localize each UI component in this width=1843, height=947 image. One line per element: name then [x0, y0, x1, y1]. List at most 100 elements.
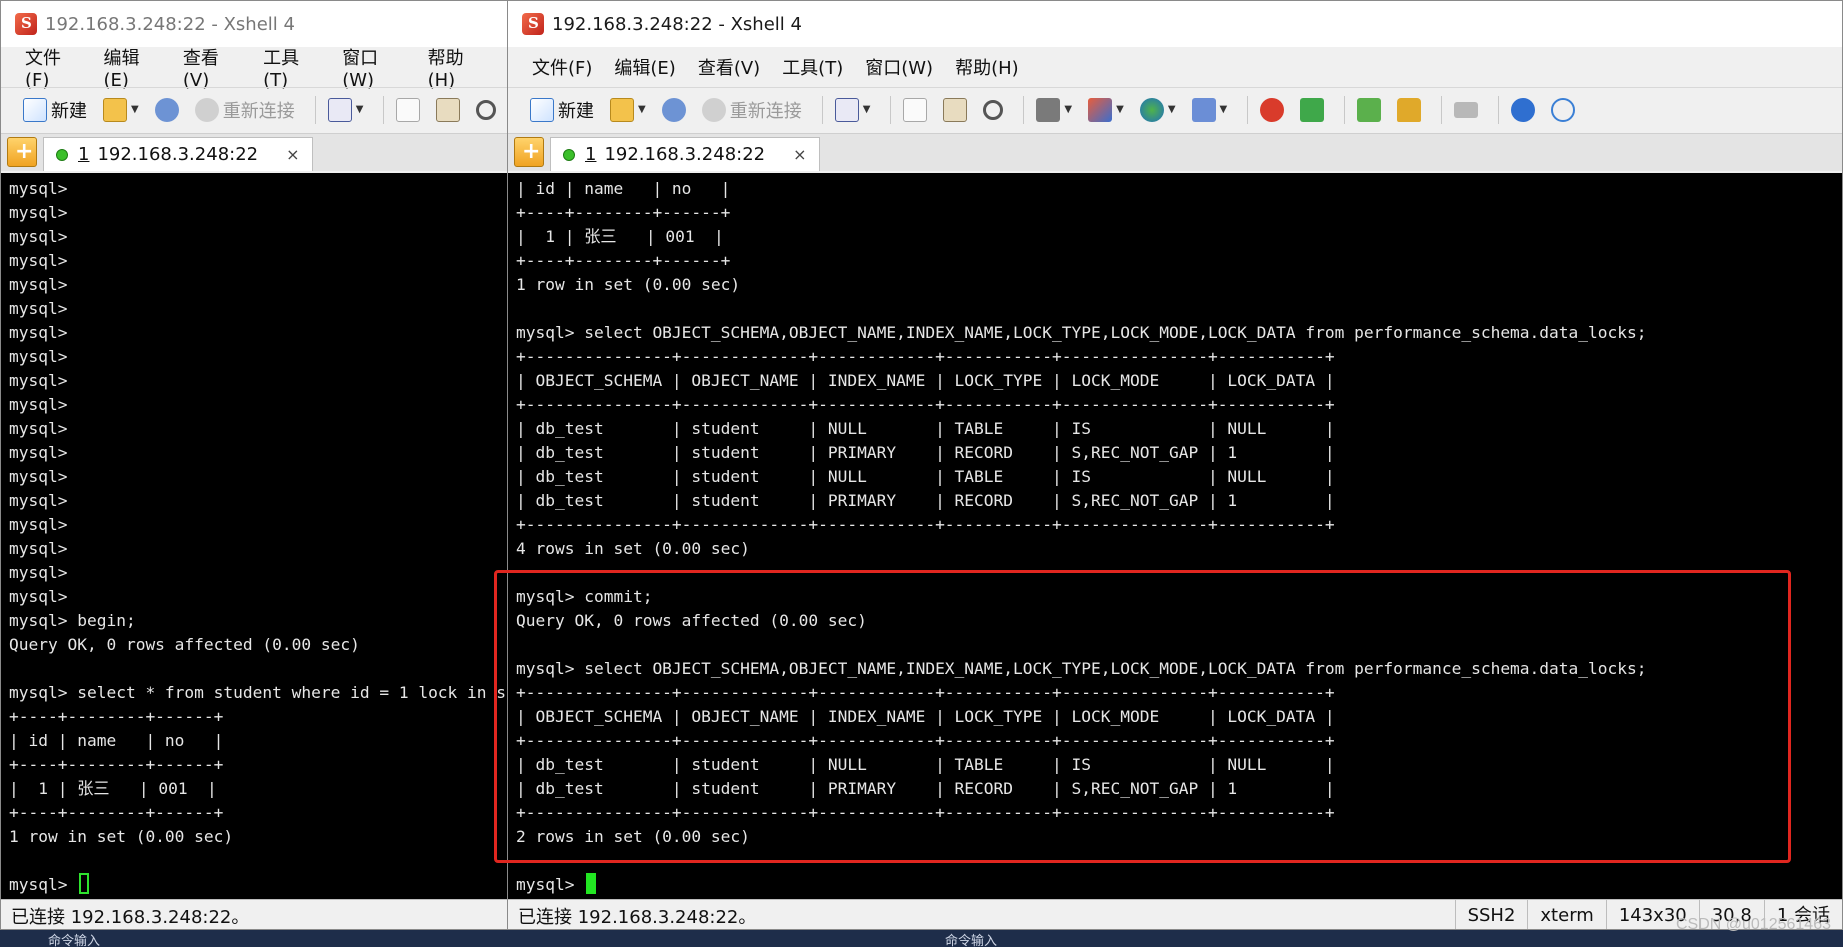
status-bar: 已连接 192.168.3.248:22。 SSH2 xterm 143x30 …	[508, 899, 1842, 929]
paste-button[interactable]	[432, 93, 464, 127]
paste-button[interactable]	[939, 93, 971, 127]
menu-tools[interactable]: 工具(T)	[263, 44, 320, 91]
menu-edit[interactable]: 编辑(E)	[103, 44, 160, 91]
chevron-down-icon: ▼	[131, 104, 139, 115]
right-xshell-window: 192.168.3.248:22 - Xshell 4 文件(F) 编辑(E) …	[507, 0, 1843, 930]
transfer-button[interactable]: ▼	[1084, 93, 1128, 127]
connected-status-icon	[563, 148, 575, 161]
open-folder-icon	[103, 97, 127, 122]
status-bar: 已连接 192.168.3.248:22。	[1, 899, 509, 929]
reconnect-icon	[701, 97, 726, 122]
new-session-button[interactable]: 新建	[526, 93, 598, 127]
command-input-label-right[interactable]: 命令输入	[945, 930, 997, 947]
layout-button[interactable]	[1353, 93, 1385, 127]
chevron-down-icon: ▼	[355, 104, 364, 115]
terminal-cursor	[79, 873, 90, 894]
menu-edit[interactable]: 编辑(E)	[614, 54, 675, 80]
properties-icon	[834, 97, 859, 122]
toolbar-separator	[1023, 95, 1025, 124]
xshell-app-icon	[15, 13, 37, 35]
help-icon	[1511, 97, 1536, 122]
watermark: CSDN @u012561463	[1675, 916, 1831, 933]
toolbar: 新建 ▼ 重新连接 ▼	[1, 87, 509, 131]
font-button[interactable]: ▼	[1188, 93, 1232, 127]
paste-icon	[436, 97, 461, 122]
reconnect-icon	[194, 97, 219, 122]
paste-icon	[943, 97, 968, 122]
chevron-down-icon: ▼	[1219, 104, 1228, 115]
toolbar-separator	[1247, 95, 1249, 124]
xftp-button[interactable]	[1296, 93, 1328, 127]
find-icon	[476, 99, 497, 120]
toolbar-separator	[1498, 95, 1500, 124]
print-button[interactable]: ▼	[1032, 93, 1076, 127]
session-tab[interactable]: 1 192.168.3.248:22 ×	[43, 137, 313, 171]
menu-window[interactable]: 窗口(W)	[865, 54, 933, 80]
connect-button[interactable]	[151, 93, 183, 127]
encoding-button[interactable]: ▼	[1136, 93, 1180, 127]
properties-button[interactable]: ▼	[324, 93, 368, 127]
open-folder-icon	[610, 97, 634, 122]
terminal-cursor	[586, 873, 597, 894]
title-bar[interactable]: 192.168.3.248:22 - Xshell 4	[1, 1, 509, 47]
menu-file[interactable]: 文件(F)	[25, 44, 81, 91]
new-session-label: 新建	[51, 100, 87, 122]
menu-help[interactable]: 帮助(H)	[955, 54, 1019, 80]
connect-button[interactable]	[658, 93, 690, 127]
terminal-output: | id | name | no | +----+--------+------…	[516, 179, 1647, 894]
taskbar: 命令输入 命令输入	[0, 930, 1843, 947]
close-icon[interactable]: ×	[286, 145, 299, 164]
open-button[interactable]: ▼	[606, 93, 650, 127]
session-tab-bar: 1 192.168.3.248:22 ×	[508, 133, 1842, 171]
add-tab-button[interactable]	[7, 137, 37, 167]
menu-tools[interactable]: 工具(T)	[782, 54, 843, 80]
terminal-output: mysql> mysql> mysql> mysql> mysql> mysql…	[9, 179, 509, 894]
xshell-button[interactable]	[1256, 93, 1288, 127]
tab-index: 1	[78, 144, 90, 165]
add-tab-button[interactable]	[514, 137, 544, 167]
command-input-label[interactable]: 命令输入	[48, 930, 100, 947]
toolbar-separator	[314, 95, 316, 124]
menu-view[interactable]: 查看(V)	[183, 44, 241, 91]
tab-label: 192.168.3.248:22	[97, 144, 259, 165]
properties-button[interactable]: ▼	[831, 93, 875, 127]
reconnect-label: 重新连接	[222, 100, 295, 122]
copy-button[interactable]	[899, 93, 931, 127]
copy-icon	[396, 97, 421, 122]
menu-window[interactable]: 窗口(W)	[342, 44, 405, 91]
menu-help[interactable]: 帮助(H)	[428, 44, 487, 91]
keyboard-icon	[1454, 101, 1479, 118]
chevron-down-icon: ▼	[1116, 104, 1124, 115]
keyboard-button[interactable]	[1450, 93, 1482, 127]
menu-file[interactable]: 文件(F)	[532, 54, 592, 80]
toolbar-separator	[1441, 95, 1443, 124]
lock-icon	[1397, 97, 1422, 122]
properties-icon	[327, 97, 352, 122]
chat-icon	[1551, 97, 1576, 122]
find-button[interactable]	[472, 93, 500, 127]
open-button[interactable]: ▼	[99, 93, 143, 127]
connect-icon	[661, 97, 686, 122]
lock-button[interactable]	[1393, 93, 1425, 127]
reconnect-button[interactable]: 重新连接	[698, 93, 806, 127]
find-button[interactable]	[979, 93, 1007, 127]
connection-status: 已连接 192.168.3.248:22。	[11, 906, 250, 928]
menu-view[interactable]: 查看(V)	[698, 54, 760, 80]
chevron-down-icon: ▼	[1064, 104, 1073, 115]
close-icon[interactable]: ×	[793, 145, 806, 164]
reconnect-button[interactable]: 重新连接	[191, 93, 299, 127]
tab-label: 192.168.3.248:22	[604, 144, 766, 165]
chat-button[interactable]	[1547, 93, 1579, 127]
help-button[interactable]	[1507, 93, 1539, 127]
copy-button[interactable]	[392, 93, 424, 127]
xftp-icon	[1300, 97, 1325, 122]
menu-bar: 文件(F) 编辑(E) 查看(V) 工具(T) 窗口(W) 帮助(H)	[508, 49, 1842, 85]
terminal[interactable]: mysql> mysql> mysql> mysql> mysql> mysql…	[1, 173, 509, 899]
toolbar-separator	[1344, 95, 1346, 124]
session-tab[interactable]: 1 192.168.3.248:22 ×	[550, 137, 820, 171]
title-bar[interactable]: 192.168.3.248:22 - Xshell 4	[508, 1, 1842, 47]
new-session-button[interactable]: 新建	[19, 93, 91, 127]
session-tab-bar: 1 192.168.3.248:22 ×	[1, 133, 509, 171]
terminal[interactable]: | id | name | no | +----+--------+------…	[508, 173, 1842, 899]
toolbar-separator	[383, 95, 385, 124]
